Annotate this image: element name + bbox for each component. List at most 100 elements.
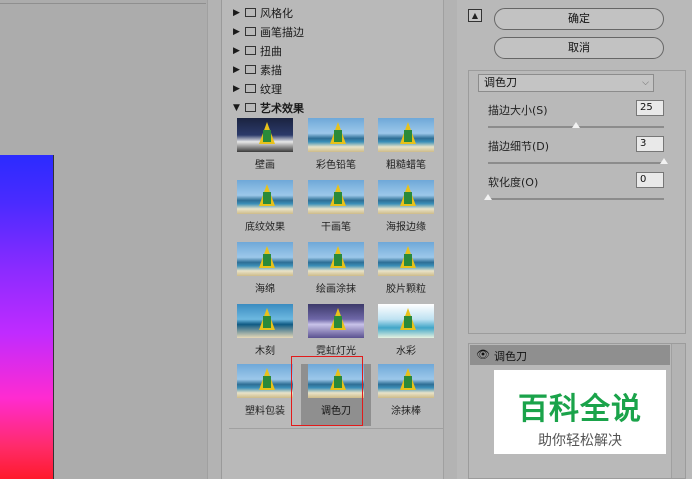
- selection-highlight: [291, 356, 363, 426]
- folder-icon: [245, 65, 256, 74]
- tree-item-label: 素描: [260, 63, 282, 77]
- folder-icon: [245, 8, 256, 17]
- folder-icon: [245, 27, 256, 36]
- tree-item-sketch[interactable]: ▶ 素描: [229, 60, 443, 79]
- preview-canvas[interactable]: [0, 155, 54, 479]
- slider-track[interactable]: [488, 162, 664, 164]
- preview-scrollbar[interactable]: [207, 0, 221, 479]
- tree-item-stylize[interactable]: ▶ 风格化: [229, 3, 443, 22]
- slider-handle[interactable]: [660, 158, 668, 164]
- filter-thumbnail-image: [308, 242, 364, 276]
- param-label: 描边大小(S): [488, 104, 548, 117]
- param-value-input[interactable]: 3: [636, 136, 664, 152]
- collapse-gallery-icon[interactable]: ▲: [468, 9, 482, 22]
- folder-icon: [245, 46, 256, 55]
- slider-handle[interactable]: [572, 122, 580, 128]
- filter-smudge-stick[interactable]: 涂抹棒: [374, 364, 438, 426]
- gallery-empty-area: [229, 428, 443, 479]
- filter-label: 海绵: [255, 284, 275, 295]
- gallery-scrollbar[interactable]: [443, 0, 457, 479]
- filter-thumbnail-image: [378, 118, 434, 152]
- param-label: 软化度(O): [488, 176, 539, 189]
- filter-thumbnail-image: [378, 304, 434, 338]
- filter-label: 海报边缘: [386, 222, 426, 233]
- param-stroke-detail: 描边细节(D) 3: [488, 136, 668, 176]
- tree-item-artistic[interactable]: ▼ 艺术效果: [229, 98, 443, 117]
- tree-item-brush-strokes[interactable]: ▶ 画笔描边: [229, 22, 443, 41]
- tree-item-label: 扭曲: [260, 44, 282, 58]
- filter-thumbnail-image: [237, 304, 293, 338]
- tree-item-label: 风格化: [260, 6, 293, 20]
- param-value-input[interactable]: 25: [636, 100, 664, 116]
- chevron-down-icon: ⌵: [642, 78, 649, 88]
- filter-plastic-wrap[interactable]: 塑料包装: [233, 364, 297, 426]
- cancel-button[interactable]: 取消: [494, 37, 664, 59]
- filter-thumbnail-image: [378, 364, 434, 398]
- filter-colored-pencil[interactable]: 彩色铅笔: [304, 118, 368, 180]
- watermark-logo: 百科全说 助你轻松解决: [494, 370, 666, 454]
- param-value-input[interactable]: 0: [636, 172, 664, 188]
- effect-layer-name: 调色刀: [494, 350, 527, 363]
- effect-layer-row[interactable]: 👁 调色刀: [470, 345, 670, 365]
- preview-panel: [0, 0, 222, 479]
- filter-label: 彩色铅笔: [316, 160, 356, 171]
- filter-thumbnails: 壁画 彩色铅笔 粗糙蜡笔 底纹效果 干画笔 海报边缘 海绵 绘画涂抹 胶片颗粒 …: [229, 118, 443, 428]
- filter-label: 干画笔: [321, 222, 351, 233]
- expand-arrow-icon[interactable]: ▶: [233, 27, 245, 37]
- expand-arrow-icon[interactable]: ▶: [233, 65, 245, 75]
- slider-handle[interactable]: [484, 194, 492, 200]
- filter-label: 底纹效果: [245, 222, 285, 233]
- filter-label: 塑料包装: [245, 406, 285, 417]
- tree-item-label: 艺术效果: [260, 101, 304, 115]
- expand-arrow-icon[interactable]: ▶: [233, 46, 245, 56]
- eye-icon[interactable]: 👁: [476, 348, 490, 361]
- filter-label: 胶片颗粒: [386, 284, 426, 295]
- param-label: 描边细节(D): [488, 140, 550, 153]
- filter-label: 绘画涂抹: [316, 284, 356, 295]
- filter-fresco[interactable]: 壁画: [233, 118, 297, 180]
- filter-thumbnail-image: [237, 180, 293, 214]
- filter-rough-pastels[interactable]: 粗糙蜡笔: [374, 118, 438, 180]
- tree-item-label: 纹理: [260, 82, 282, 96]
- filter-thumbnail-image: [237, 118, 293, 152]
- tree-item-distort[interactable]: ▶ 扭曲: [229, 41, 443, 60]
- filter-cutout[interactable]: 木刻: [233, 304, 297, 366]
- filter-dry-brush[interactable]: 干画笔: [304, 180, 368, 242]
- ok-button[interactable]: 确定: [494, 8, 664, 30]
- expand-arrow-icon[interactable]: ▶: [233, 8, 245, 18]
- filter-thumbnail-image: [237, 242, 293, 276]
- filter-label: 水彩: [396, 346, 416, 357]
- filter-gallery: ▶ 风格化 ▶ 画笔描边 ▶ 扭曲 ▶ 素描 ▶ 纹理 ▼ 艺术效果 壁画 彩色…: [229, 0, 443, 479]
- filter-thumbnail-image: [308, 304, 364, 338]
- filter-select[interactable]: 调色刀 ⌵: [478, 74, 654, 92]
- watermark-subtitle: 助你轻松解决: [538, 433, 622, 449]
- watermark-title: 百科全说: [518, 392, 642, 427]
- layers-scrollbar[interactable]: [671, 344, 685, 478]
- expand-arrow-icon[interactable]: ▶: [233, 84, 245, 94]
- filter-thumbnail-image: [308, 118, 364, 152]
- filter-label: 涂抹棒: [391, 406, 421, 417]
- tree-item-label: 画笔描边: [260, 25, 304, 39]
- slider-track[interactable]: [488, 198, 664, 200]
- collapse-arrow-icon[interactable]: ▼: [233, 103, 245, 113]
- tree-item-texture[interactable]: ▶ 纹理: [229, 79, 443, 98]
- filter-label: 木刻: [255, 346, 275, 357]
- filter-underpainting[interactable]: 底纹效果: [233, 180, 297, 242]
- param-stroke-size: 描边大小(S) 25: [488, 100, 668, 140]
- filter-poster-edges[interactable]: 海报边缘: [374, 180, 438, 242]
- filter-thumbnail-image: [378, 242, 434, 276]
- filter-thumbnail-image: [237, 364, 293, 398]
- filter-select-value: 调色刀: [484, 76, 517, 89]
- filter-watercolor[interactable]: 水彩: [374, 304, 438, 366]
- filter-sponge[interactable]: 海绵: [233, 242, 297, 304]
- filter-thumbnail-image: [378, 180, 434, 214]
- filter-film-grain[interactable]: 胶片颗粒: [374, 242, 438, 304]
- filter-label: 粗糙蜡笔: [386, 160, 426, 171]
- folder-open-icon: [245, 103, 256, 112]
- param-softness: 软化度(O) 0: [484, 172, 668, 212]
- filter-label: 霓虹灯光: [316, 346, 356, 357]
- filter-paint-daubs[interactable]: 绘画涂抹: [304, 242, 368, 304]
- filter-thumbnail-image: [308, 180, 364, 214]
- folder-icon: [245, 84, 256, 93]
- preview-divider: [0, 3, 206, 4]
